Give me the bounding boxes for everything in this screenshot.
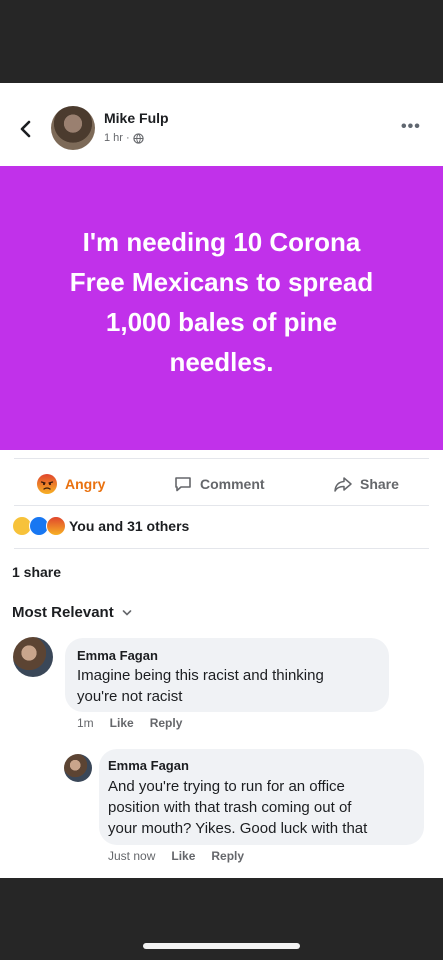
like-link[interactable]: Like [110, 716, 134, 730]
post-text-line: 1,000 bales of pine [105, 307, 338, 337]
comment-time: 1m [77, 716, 94, 730]
angry-icon [46, 516, 66, 536]
divider [14, 548, 429, 549]
comment-label: Comment [200, 476, 265, 492]
author-name[interactable]: Mike Fulp [104, 110, 169, 126]
action-bar: Angry Comment Share [0, 468, 443, 500]
globe-icon [132, 132, 144, 144]
chevron-down-icon [122, 609, 132, 616]
post-text-line: needles. [169, 347, 274, 377]
like-link[interactable]: Like [171, 849, 195, 863]
angry-icon [37, 474, 57, 494]
post-text-line: Free Mexicans to spread [69, 267, 374, 297]
comment-text-line: position with that trash coming out of [108, 799, 352, 816]
meta-separator: · [125, 132, 130, 144]
comment-text-line: your mouth? Yikes. Good luck with that [108, 820, 368, 837]
share-label: Share [360, 476, 399, 492]
comment-text: Imagine being this racist and thinking y… [77, 665, 324, 707]
reactions-count: You and 31 others [69, 518, 190, 534]
comment-button[interactable]: Comment [173, 468, 265, 500]
commenter-name[interactable]: Emma Fagan [77, 648, 158, 663]
chevron-left-icon[interactable] [14, 117, 38, 141]
divider [14, 458, 429, 459]
reaction-icons [12, 516, 66, 536]
comment-text-line: And you're trying to run for an office [108, 778, 345, 795]
reaction-button[interactable]: Angry [36, 468, 105, 500]
home-indicator[interactable] [143, 943, 300, 949]
post-text-line: I'm needing 10 Corona [82, 227, 361, 257]
comment-text: And you're trying to run for an office p… [108, 776, 367, 839]
divider [14, 505, 429, 506]
commenter-avatar[interactable] [13, 637, 53, 677]
comment-footer: Just now Like Reply [108, 849, 244, 863]
sort-label: Most Relevant [12, 604, 114, 621]
reply-link[interactable]: Reply [211, 849, 244, 863]
share-icon [334, 477, 352, 492]
post-time[interactable]: 1 hr [104, 132, 123, 144]
post-text: I'm needing 10 Corona Free Mexicans to s… [20, 222, 423, 382]
comment-time: Just now [108, 849, 156, 863]
commenter-name[interactable]: Emma Fagan [108, 758, 189, 773]
share-button[interactable]: Share [333, 468, 399, 500]
commenter-avatar[interactable] [64, 754, 92, 782]
share-count[interactable]: 1 share [12, 564, 61, 580]
more-icon[interactable]: ••• [401, 118, 421, 136]
reaction-label: Angry [65, 476, 106, 492]
comment-text-line: Imagine being this racist and thinking [77, 667, 324, 684]
comment-icon [175, 477, 191, 492]
comment-sort[interactable]: Most Relevant [12, 604, 132, 621]
comment-text-line: you're not racist [77, 688, 183, 705]
post-meta: 1 hr · [104, 132, 144, 144]
author-avatar[interactable] [51, 106, 95, 150]
status-bar [0, 0, 443, 83]
reply-link[interactable]: Reply [150, 716, 183, 730]
reactions-summary[interactable]: You and 31 others [12, 516, 189, 536]
comment-footer: 1m Like Reply [77, 716, 182, 730]
